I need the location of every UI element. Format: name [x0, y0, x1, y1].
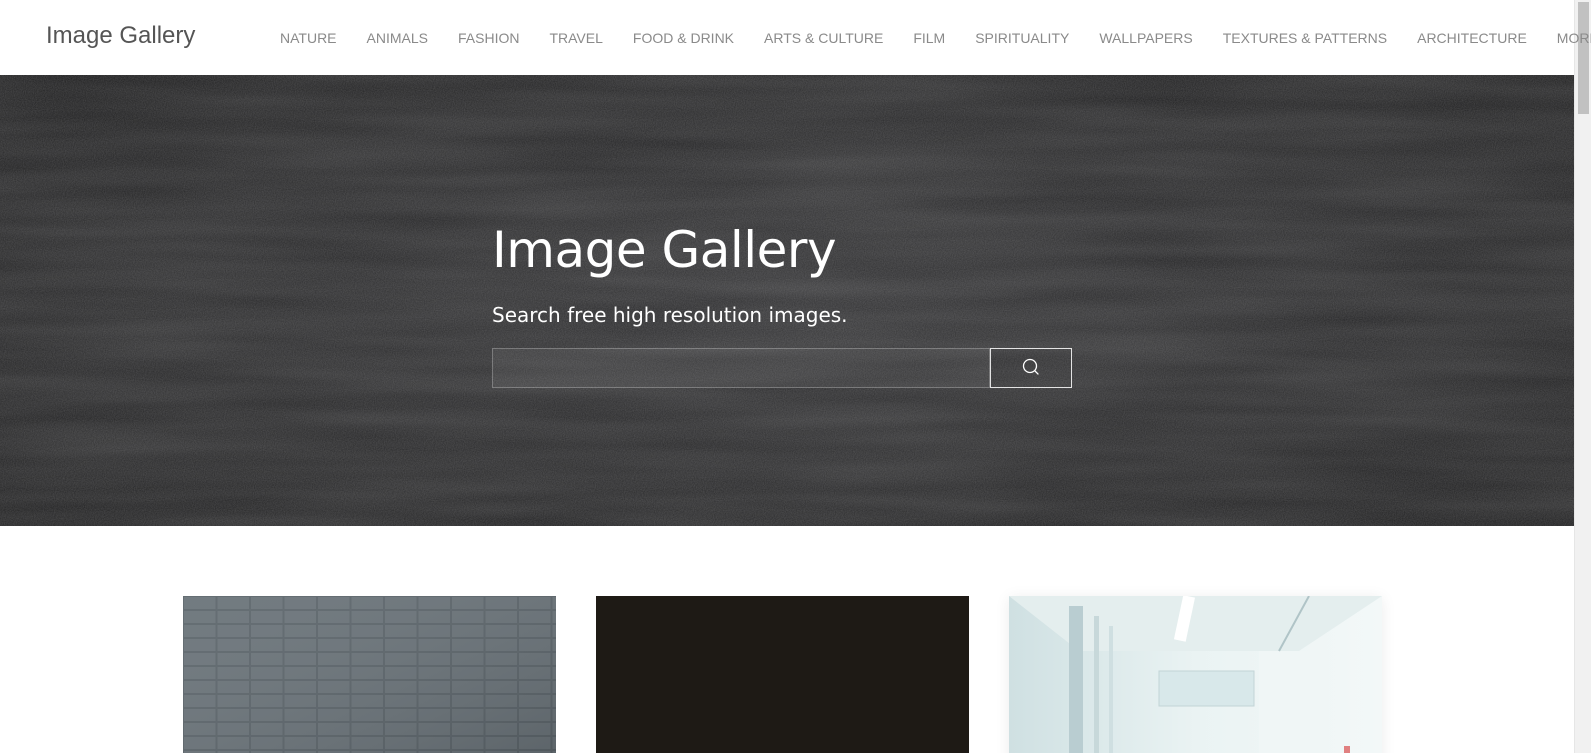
search-bar [492, 348, 1072, 388]
hero-banner: Image Gallery Search free high resolutio… [0, 75, 1574, 526]
gallery-card[interactable] [1009, 596, 1382, 753]
nav-item-nature[interactable]: NATURE [280, 30, 337, 46]
search-button[interactable] [990, 348, 1072, 388]
nav-item-travel[interactable]: TRAVEL [549, 30, 602, 46]
page-scrollbar[interactable] [1574, 0, 1591, 753]
site-logo[interactable]: Image Gallery [46, 22, 195, 50]
category-nav: NATURE ANIMALS FASHION TRAVEL FOOD & DRI… [280, 0, 1591, 75]
nav-item-animals[interactable]: ANIMALS [367, 30, 428, 46]
search-input[interactable] [492, 348, 991, 388]
gallery-card[interactable] [596, 596, 969, 753]
search-icon [1021, 357, 1041, 380]
hero-content: Image Gallery Search free high resolutio… [492, 220, 1072, 388]
gallery-card[interactable] [183, 596, 556, 753]
site-header: Image Gallery NATURE ANIMALS FASHION TRA… [0, 0, 1591, 75]
nav-item-arts-culture[interactable]: ARTS & CULTURE [764, 30, 883, 46]
nav-item-fashion[interactable]: FASHION [458, 30, 519, 46]
image-gallery [0, 526, 1574, 753]
nav-more-label: MORE [1556, 29, 1591, 46]
nav-item-food-drink[interactable]: FOOD & DRINK [633, 30, 734, 46]
nav-item-film[interactable]: FILM [913, 30, 945, 46]
nav-item-textures-patterns[interactable]: TEXTURES & PATTERNS [1223, 30, 1387, 46]
gallery-image-interior [1009, 596, 1382, 753]
gallery-image-tiles [183, 596, 556, 753]
nav-item-wallpapers[interactable]: WALLPAPERS [1099, 30, 1192, 46]
hero-title: Image Gallery [492, 221, 837, 279]
nav-item-architecture[interactable]: ARCHITECTURE [1417, 30, 1527, 46]
nav-item-spirituality[interactable]: SPIRITUALITY [975, 30, 1069, 46]
hero-subtitle: Search free high resolution images. [492, 303, 848, 327]
gallery-image-dark [596, 596, 969, 753]
nav-more-dropdown[interactable]: MORE [1557, 30, 1591, 46]
